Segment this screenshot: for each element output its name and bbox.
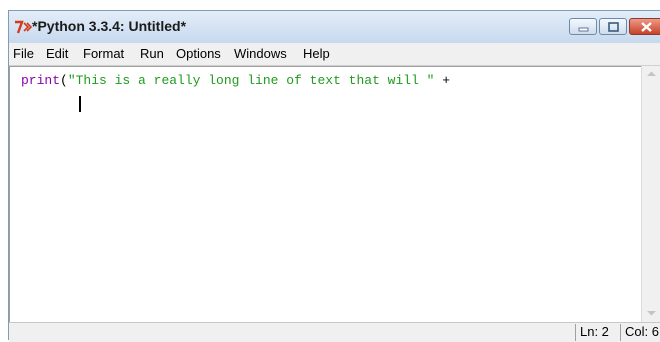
menu-edit[interactable]: Edit: [46, 46, 68, 61]
keyword-token: print: [21, 73, 61, 88]
scroll-up-button[interactable]: [642, 66, 660, 83]
minimize-icon: [578, 27, 589, 32]
idle-window: *Python 3.3.4: Untitled* File Edit Forma…: [8, 10, 660, 342]
close-icon: [641, 22, 652, 32]
menu-options[interactable]: Options: [176, 46, 221, 61]
vertical-scrollbar[interactable]: [641, 66, 660, 322]
code-line-1: print("This is a really long line of tex…: [21, 73, 450, 88]
python-idle-icon: [15, 20, 32, 34]
menu-file[interactable]: File: [13, 46, 34, 61]
operator-token: +: [434, 73, 451, 88]
scroll-down-button[interactable]: [642, 305, 660, 322]
maximize-button[interactable]: [599, 18, 627, 35]
code-editor[interactable]: print("This is a really long line of tex…: [9, 66, 641, 322]
line-indicator: Ln: 2: [575, 324, 620, 341]
menu-windows[interactable]: Windows: [234, 46, 287, 61]
maximize-icon: [608, 22, 619, 32]
arrow-down-icon: [647, 311, 656, 316]
status-bar: Ln: 2 Col: 6: [9, 322, 660, 342]
text-cursor: [79, 96, 81, 112]
close-button[interactable]: [629, 18, 660, 35]
column-indicator: Col: 6: [620, 324, 660, 341]
title-bar[interactable]: *Python 3.3.4: Untitled*: [9, 11, 660, 43]
menu-run[interactable]: Run: [140, 46, 164, 61]
window-title: *Python 3.3.4: Untitled*: [32, 18, 187, 34]
minimize-button[interactable]: [569, 18, 597, 35]
string-token: "This is a really long line of text that…: [67, 73, 435, 88]
menu-help[interactable]: Help: [303, 46, 330, 61]
menu-format[interactable]: Format: [83, 46, 124, 61]
arrow-up-icon: [647, 71, 656, 76]
menu-bar: File Edit Format Run Options Windows Hel…: [9, 43, 660, 66]
paren-token: (: [60, 73, 68, 88]
